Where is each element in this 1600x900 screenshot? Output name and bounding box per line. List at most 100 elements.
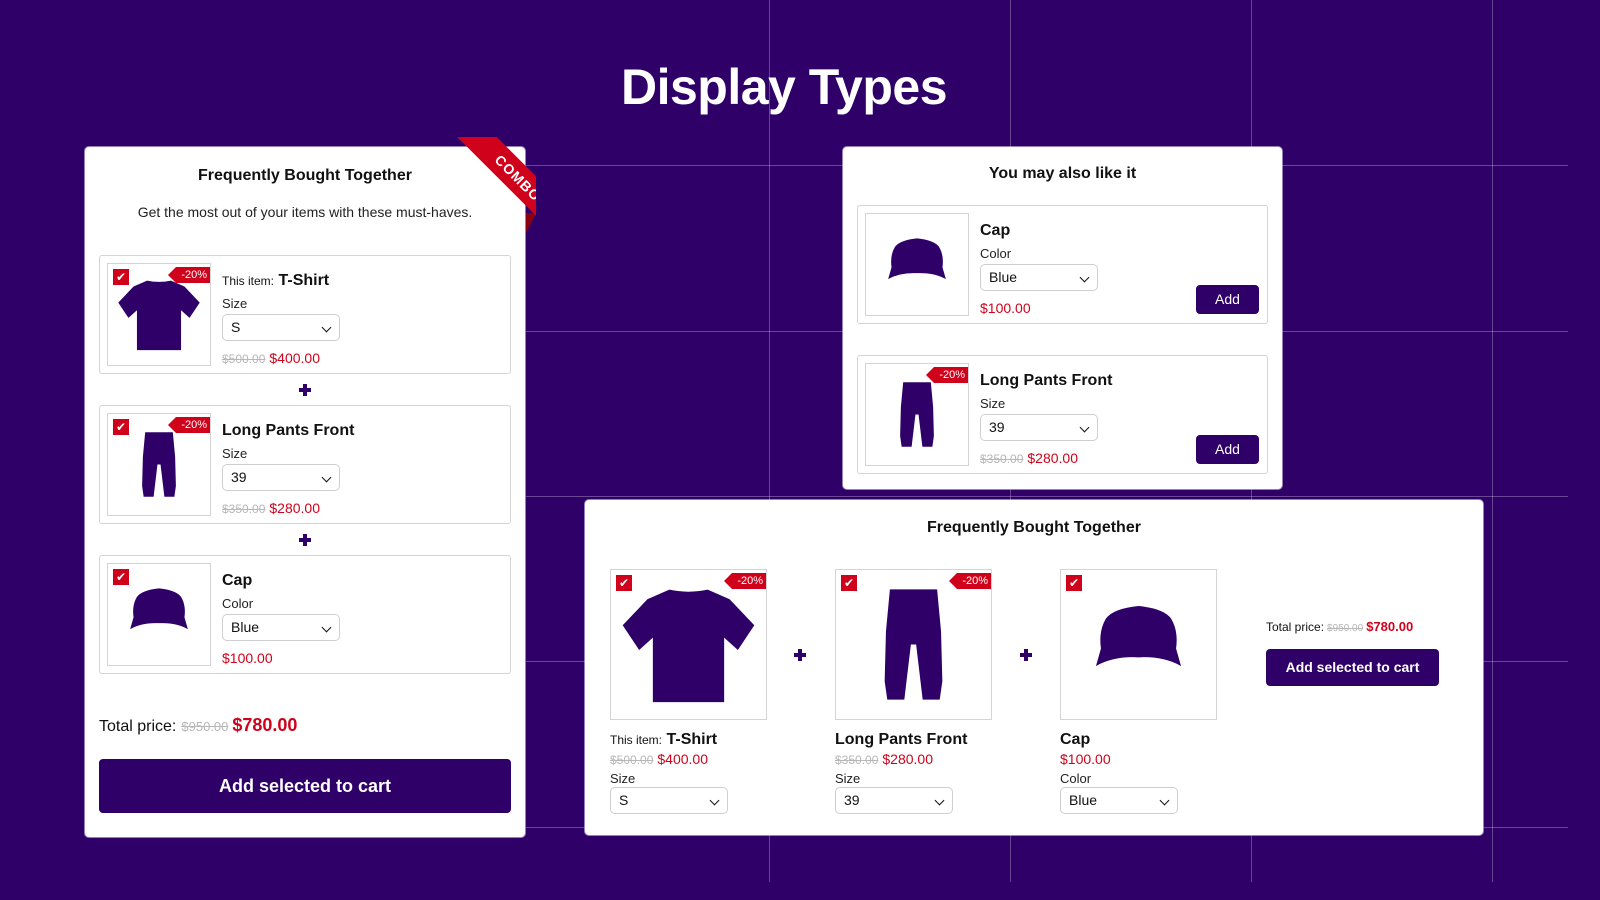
option-label: Color xyxy=(222,596,254,611)
fbt-grid-item: ✔ -20% This item: T-Shirt $500.00 $400.00… xyxy=(610,569,767,814)
item-name: T-Shirt xyxy=(666,731,718,748)
ribbon-fold xyxy=(526,213,536,233)
price: $280.00 xyxy=(882,751,933,767)
add-button[interactable]: Add xyxy=(1196,435,1259,464)
option-label: Size xyxy=(980,396,1006,411)
select-value: Blue xyxy=(1069,792,1098,808)
fbt-list-item: ✔ -20% Long Pants Front Size 39 $350.00 $… xyxy=(99,405,511,524)
cap-icon xyxy=(1095,605,1182,667)
plus-icon xyxy=(299,534,311,546)
total-price: Total price: $950.00 $780.00 xyxy=(99,715,297,736)
option-label: Size xyxy=(610,771,636,786)
item-name: Long Pants Front xyxy=(222,422,355,439)
discount-badge: -20% xyxy=(168,417,210,433)
select-value: 39 xyxy=(844,792,860,808)
total-old-price: $950.00 xyxy=(1327,623,1364,634)
discount-badge: -20% xyxy=(949,573,991,589)
option-label: Color xyxy=(1060,771,1092,786)
fbt-list-title: Frequently Bought Together xyxy=(198,167,412,184)
size-select[interactable]: 39 xyxy=(222,464,340,491)
chevron-down-icon xyxy=(934,795,945,806)
chevron-down-icon xyxy=(1079,422,1090,433)
recommendation-item: Cap Color Blue $100.00 Add xyxy=(857,205,1268,324)
add-selected-to-cart-button[interactable]: Add selected to cart xyxy=(99,759,511,813)
size-select[interactable]: 39 xyxy=(835,787,953,814)
select-value: Blue xyxy=(989,269,1018,285)
size-select[interactable]: 39 xyxy=(980,414,1098,441)
chevron-down-icon xyxy=(321,472,332,483)
discount-badge: -20% xyxy=(724,573,766,589)
fbt-list-panel: Frequently Bought Together Get the most … xyxy=(85,147,525,837)
plus-icon xyxy=(1020,649,1032,661)
product-image: ✔ xyxy=(107,563,211,666)
checkbox-checked[interactable]: ✔ xyxy=(1066,575,1082,591)
item-name: T-Shirt xyxy=(278,272,330,289)
plus-icon xyxy=(299,384,311,396)
price: $100.00 xyxy=(980,300,1031,316)
grid-line xyxy=(1492,0,1493,882)
total-new-price: $780.00 xyxy=(1366,619,1414,634)
option-label: Color xyxy=(980,246,1012,261)
item-name: Long Pants Front xyxy=(835,731,968,748)
old-price: $500.00 xyxy=(610,753,654,767)
product-image: -20% xyxy=(865,363,969,466)
checkbox-checked[interactable]: ✔ xyxy=(841,575,857,591)
color-select[interactable]: Blue xyxy=(980,264,1098,291)
product-image: ✔ -20% xyxy=(107,413,211,516)
select-value: S xyxy=(231,319,241,335)
fbt-list-item: ✔ Cap Color Blue $100.00 xyxy=(99,555,511,674)
price: $100.00 xyxy=(1060,751,1111,767)
item-name: Long Pants Front xyxy=(980,372,1113,389)
discount-badge: -20% xyxy=(168,267,210,283)
select-value: Blue xyxy=(231,619,260,635)
chevron-down-icon xyxy=(1159,795,1170,806)
checkbox-checked[interactable]: ✔ xyxy=(616,575,632,591)
item-name: Cap xyxy=(1060,731,1091,748)
product-image: ✔ -20% xyxy=(610,569,767,720)
price: $400.00 xyxy=(657,751,708,767)
option-label: Size xyxy=(835,771,861,786)
total-label: Total price: xyxy=(99,718,177,735)
old-price: $500.00 xyxy=(222,352,266,366)
price: $280.00 xyxy=(1027,450,1078,466)
item-prefix: This item: xyxy=(222,274,275,288)
price: $400.00 xyxy=(269,350,320,366)
total-old-price: $950.00 xyxy=(181,719,229,734)
add-button[interactable]: Add xyxy=(1196,285,1259,314)
checkbox-checked[interactable]: ✔ xyxy=(113,419,129,435)
checkbox-checked[interactable]: ✔ xyxy=(113,269,129,285)
fbt-grid-panel: Frequently Bought Together ✔ -20% This i… xyxy=(585,500,1483,835)
tshirt-icon xyxy=(622,589,755,703)
select-value: S xyxy=(619,792,629,808)
select-value: 39 xyxy=(989,419,1005,435)
total-price: Total price: $950.00 $780.00 xyxy=(1266,619,1413,634)
total-new-price: $780.00 xyxy=(232,715,298,735)
cap-icon xyxy=(888,238,946,280)
size-select[interactable]: S xyxy=(610,787,728,814)
discount-badge: -20% xyxy=(926,367,968,383)
old-price: $350.00 xyxy=(222,502,266,516)
page-title: Display Types xyxy=(620,59,948,115)
checkbox-checked[interactable]: ✔ xyxy=(113,569,129,585)
you-may-also-like-title: You may also like it xyxy=(988,165,1137,182)
option-label: Size xyxy=(222,296,248,311)
product-image: ✔ -20% xyxy=(107,263,211,366)
size-select[interactable]: S xyxy=(222,314,340,341)
product-image: ✔ -20% xyxy=(835,569,992,720)
old-price: $350.00 xyxy=(835,753,879,767)
grid-line xyxy=(526,496,1568,497)
you-may-also-like-panel: You may also like it Cap Color Blue $100… xyxy=(843,147,1282,489)
pants-icon xyxy=(884,589,943,700)
select-value: 39 xyxy=(231,469,247,485)
fbt-list-subtitle: Get the most out of your items with thes… xyxy=(137,204,473,220)
item-name: Cap xyxy=(980,222,1011,239)
chevron-down-icon xyxy=(321,622,332,633)
color-select[interactable]: Blue xyxy=(1060,787,1178,814)
color-select[interactable]: Blue xyxy=(222,614,340,641)
old-price: $350.00 xyxy=(980,452,1024,466)
price: $100.00 xyxy=(222,650,273,666)
fbt-grid-item: ✔ -20% Long Pants Front $350.00 $280.00 S… xyxy=(835,569,992,814)
option-label: Size xyxy=(222,446,248,461)
recommendation-item: -20% Long Pants Front Size 39 $350.00 $28… xyxy=(857,355,1268,474)
add-selected-to-cart-button[interactable]: Add selected to cart xyxy=(1266,649,1439,686)
